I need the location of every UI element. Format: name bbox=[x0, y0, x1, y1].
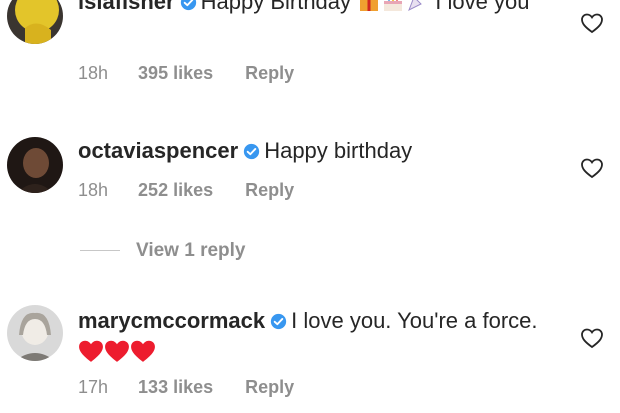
replies-divider-line bbox=[80, 250, 120, 252]
verified-badge-icon bbox=[180, 0, 196, 11]
comment-meta: 17h 133 likes Reply bbox=[78, 377, 326, 398]
comment-meta: 18h 252 likes Reply bbox=[78, 180, 326, 201]
reply-button[interactable]: Reply bbox=[245, 377, 294, 397]
party-popper-emoji bbox=[405, 0, 429, 21]
red-heart-emoji bbox=[104, 339, 130, 371]
avatar[interactable] bbox=[7, 305, 63, 361]
likes-count[interactable]: 252 likes bbox=[138, 180, 213, 200]
username[interactable]: marycmccormack bbox=[78, 308, 265, 333]
view-replies-button[interactable]: View 1 reply bbox=[80, 240, 246, 262]
verified-badge-icon bbox=[270, 313, 287, 330]
comment-text: marycmccormack I love you. You're a force… bbox=[78, 305, 548, 371]
avatar[interactable] bbox=[7, 137, 63, 193]
comment-meta: 18h 395 likes Reply bbox=[78, 63, 326, 84]
comment-body: I love you. You're a force. bbox=[291, 308, 538, 333]
comment-text: islafisher Happy Birthday I love you bbox=[78, 0, 548, 21]
view-replies-label: View 1 reply bbox=[136, 240, 246, 261]
comment-text: octaviaspencer Happy birthday bbox=[78, 135, 548, 166]
heart-outline-icon[interactable] bbox=[580, 157, 604, 179]
red-heart-emoji bbox=[130, 339, 156, 371]
avatar-octaviaspencer bbox=[7, 137, 63, 193]
timestamp: 18h bbox=[78, 180, 109, 200]
timestamp: 17h bbox=[78, 377, 109, 397]
likes-count[interactable]: 133 likes bbox=[138, 377, 213, 397]
heart-outline-icon[interactable] bbox=[580, 327, 604, 349]
timestamp: 18h bbox=[78, 63, 109, 83]
comment-body: Happy Birthday bbox=[200, 0, 352, 14]
username[interactable]: islafisher bbox=[78, 0, 175, 14]
avatar-marycmccormack bbox=[7, 305, 63, 361]
avatar[interactable] bbox=[7, 0, 63, 44]
gift-emoji bbox=[357, 0, 381, 21]
heart-outline-icon[interactable] bbox=[580, 12, 604, 34]
red-heart-emoji bbox=[78, 339, 104, 371]
likes-count[interactable]: 395 likes bbox=[138, 63, 213, 83]
verified-badge-icon bbox=[244, 143, 260, 160]
comment-body: Happy birthday bbox=[264, 138, 413, 163]
reply-button[interactable]: Reply bbox=[245, 63, 294, 83]
comment-body-continued: I love you bbox=[435, 0, 530, 14]
reply-button[interactable]: Reply bbox=[245, 180, 294, 200]
cake-emoji bbox=[381, 0, 405, 21]
avatar-islafisher bbox=[7, 0, 63, 44]
username[interactable]: octaviaspencer bbox=[78, 138, 238, 163]
